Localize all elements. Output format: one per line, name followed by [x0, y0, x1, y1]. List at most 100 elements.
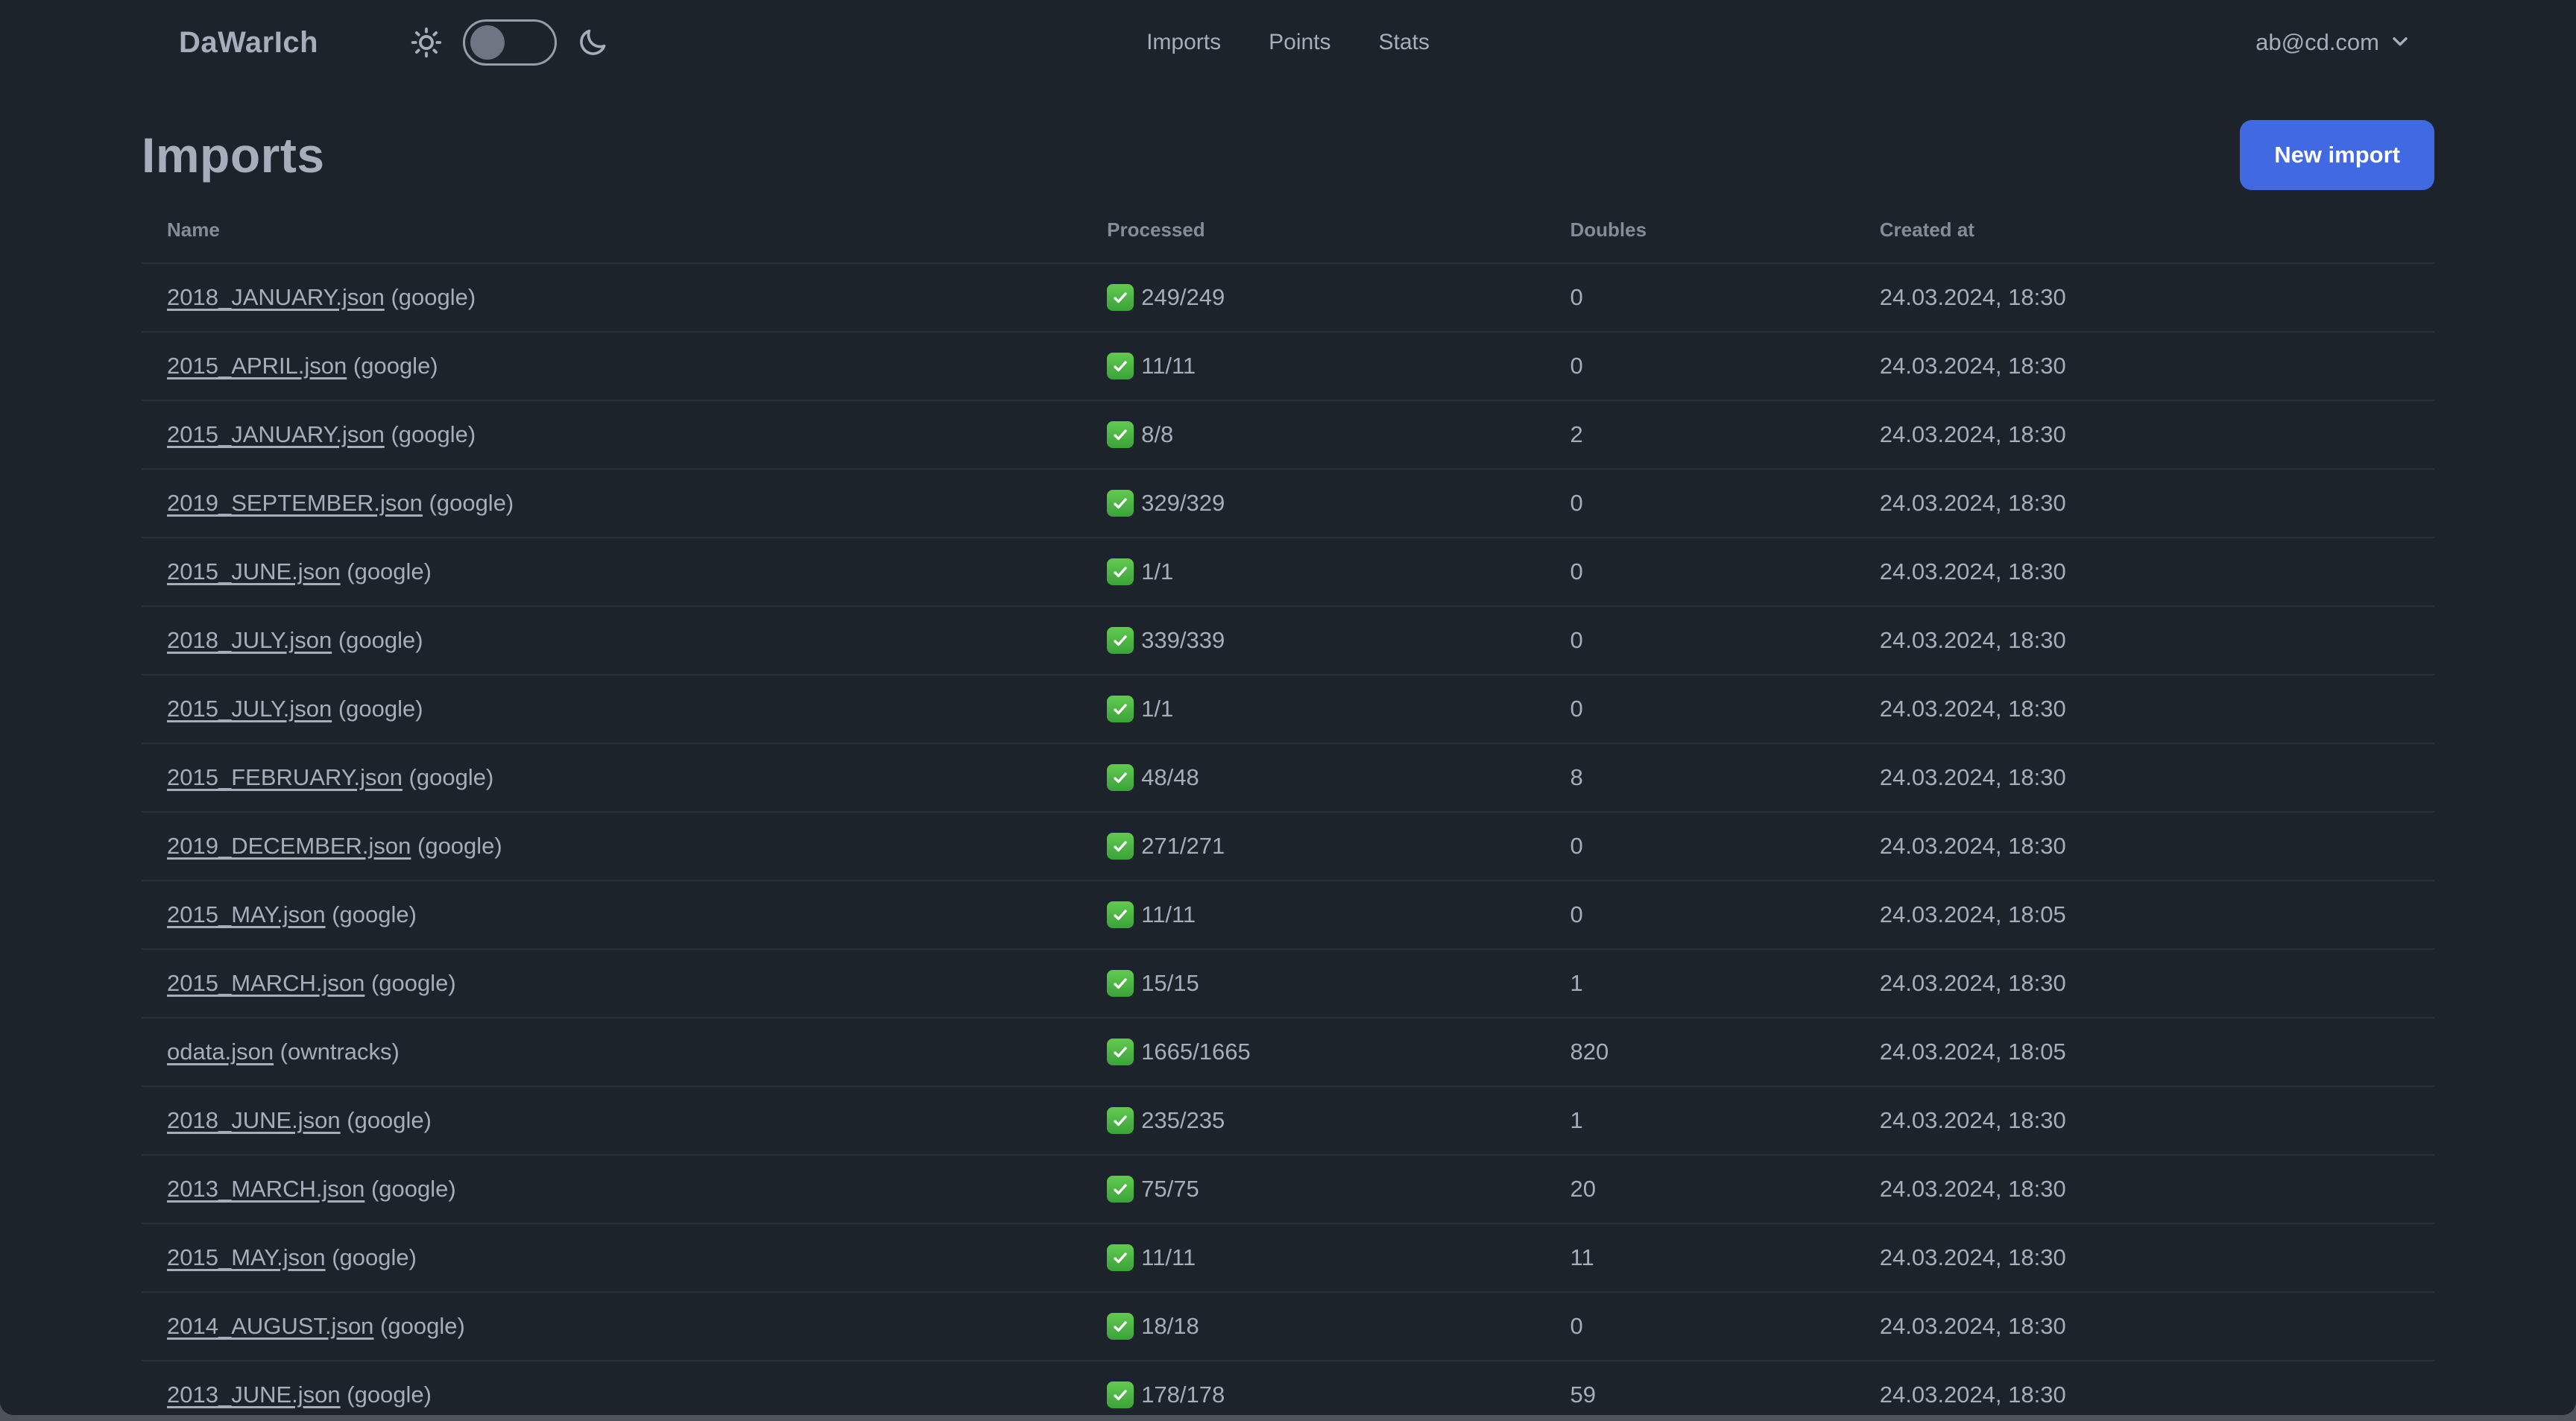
nav-link-stats[interactable]: Stats — [1379, 30, 1430, 55]
cell-processed: 11/11 — [1082, 1223, 1545, 1293]
column-header-processed: Processed — [1082, 197, 1545, 264]
import-file-link[interactable]: 2015_APRIL.json — [167, 353, 347, 379]
imports-page: DaWarIch Imports Points Stats ab@cd.com … — [0, 0, 2576, 1415]
cell-created-at: 24.03.2024, 18:30 — [1854, 263, 2434, 333]
cell-created-at: 24.03.2024, 18:30 — [1854, 675, 2434, 744]
cell-doubles: 59 — [1544, 1361, 1854, 1415]
cell-created-at: 24.03.2024, 18:30 — [1854, 1292, 2434, 1361]
cell-doubles: 11 — [1544, 1223, 1854, 1293]
theme-toggle-switch[interactable] — [463, 19, 558, 66]
cell-processed: 178/178 — [1082, 1361, 1545, 1415]
white-check-mark-icon — [1107, 970, 1134, 997]
import-file-link[interactable]: 2018_JUNE.json — [167, 1107, 341, 1133]
import-source: (google) — [384, 421, 476, 447]
table-row: 2015_MARCH.json (google) 15/15 1 24.03.2024… — [142, 949, 2434, 1018]
cell-created-at: 24.03.2024, 18:05 — [1854, 1018, 2434, 1087]
table-row: 2015_MAY.json (google) 11/11 0 24.03.2024, … — [142, 880, 2434, 950]
white-check-mark-icon — [1107, 421, 1134, 448]
cell-created-at: 24.03.2024, 18:30 — [1854, 469, 2434, 538]
white-check-mark-icon — [1107, 1176, 1134, 1203]
cell-processed: 15/15 — [1082, 949, 1545, 1018]
new-import-button[interactable]: New import — [2240, 120, 2434, 190]
cell-processed: 1/1 — [1082, 675, 1545, 744]
app-logo[interactable]: DaWarIch — [179, 26, 318, 60]
cell-name: 2015_JULY.json (google) — [142, 675, 1082, 744]
nav-link-points[interactable]: Points — [1269, 30, 1330, 55]
processed-count: 1/1 — [1141, 696, 1174, 722]
table-row: 2015_MAY.json (google) 11/11 11 24.03.2024,… — [142, 1223, 2434, 1293]
imports-table: Name Processed Doubles Created at 2018_JANU… — [142, 197, 2434, 1415]
import-file-link[interactable]: 2015_JANUARY.json — [167, 421, 385, 447]
account-dropdown[interactable]: ab@cd.com — [2255, 29, 2412, 57]
import-file-link[interactable]: 2014_AUGUST.json — [167, 1313, 373, 1339]
table-row: 2015_APRIL.json (google) 11/11 0 24.03.2024… — [142, 332, 2434, 401]
cell-name: 2015_APRIL.json (google) — [142, 332, 1082, 401]
cell-name: 2019_DECEMBER.json (google) — [142, 812, 1082, 881]
processed-count: 15/15 — [1141, 970, 1199, 996]
white-check-mark-icon — [1107, 1244, 1134, 1271]
processed-count: 1/1 — [1141, 558, 1174, 585]
white-check-mark-icon — [1107, 1381, 1134, 1408]
processed-count: 249/249 — [1141, 284, 1225, 310]
table-row: 2018_JANUARY.json (google) 249/249 0 24.03.… — [142, 263, 2434, 333]
table-row: 2013_JUNE.json (google) 178/178 59 24.03.20… — [142, 1361, 2434, 1415]
import-source: (google) — [364, 970, 456, 996]
cell-processed: 48/48 — [1082, 743, 1545, 813]
white-check-mark-icon — [1107, 490, 1134, 517]
white-check-mark-icon — [1107, 353, 1134, 379]
processed-count: 48/48 — [1141, 764, 1199, 790]
cell-processed: 1665/1665 — [1082, 1018, 1545, 1087]
cell-name: 2019_SEPTEMBER.json (google) — [142, 469, 1082, 538]
main-content: Imports New import Name Processed Doubles C… — [0, 85, 2576, 1415]
cell-name: 2015_FEBRUARY.json (google) — [142, 743, 1082, 813]
cell-name: 2018_JUNE.json (google) — [142, 1086, 1082, 1156]
cell-name: 2015_JANUARY.json (google) — [142, 400, 1082, 470]
column-header-doubles: Doubles — [1544, 197, 1854, 264]
import-file-link[interactable]: 2015_MAY.json — [167, 901, 326, 927]
import-file-link[interactable]: 2018_JANUARY.json — [167, 284, 385, 310]
processed-count: 271/271 — [1141, 833, 1225, 859]
theme-toggle-group — [409, 19, 609, 66]
import-file-link[interactable]: 2013_JUNE.json — [167, 1381, 341, 1408]
import-file-link[interactable]: 2013_MARCH.json — [167, 1176, 364, 1202]
cell-processed: 329/329 — [1082, 469, 1545, 538]
cell-doubles: 0 — [1544, 332, 1854, 401]
import-file-link[interactable]: 2015_JULY.json — [167, 696, 332, 722]
processed-count: 235/235 — [1141, 1107, 1225, 1133]
processed-count: 8/8 — [1141, 421, 1174, 447]
import-file-link[interactable]: odata.json — [167, 1039, 274, 1065]
table-row: 2015_FEBRUARY.json (google) 48/48 8 24.03.2… — [142, 743, 2434, 813]
imports-table-body: 2018_JANUARY.json (google) 249/249 0 24.03.… — [142, 263, 2434, 1415]
nav-links: Imports Points Stats — [1146, 0, 1430, 85]
import-source: (google) — [402, 764, 494, 790]
cell-name: 2013_JUNE.json (google) — [142, 1361, 1082, 1415]
import-file-link[interactable]: 2015_JUNE.json — [167, 558, 341, 585]
import-file-link[interactable]: 2019_DECEMBER.json — [167, 833, 411, 859]
import-source: (google) — [340, 1107, 432, 1133]
cell-created-at: 24.03.2024, 18:05 — [1854, 880, 2434, 950]
cell-created-at: 24.03.2024, 18:30 — [1854, 538, 2434, 607]
cell-created-at: 24.03.2024, 18:30 — [1854, 949, 2434, 1018]
cell-doubles: 0 — [1544, 263, 1854, 333]
chevron-down-icon — [2388, 29, 2412, 57]
cell-name: 2014_AUGUST.json (google) — [142, 1292, 1082, 1361]
account-email: ab@cd.com — [2255, 29, 2379, 55]
import-source: (google) — [364, 1176, 456, 1202]
cell-processed: 8/8 — [1082, 400, 1545, 470]
cell-created-at: 24.03.2024, 18:30 — [1854, 606, 2434, 675]
cell-name: 2015_MARCH.json (google) — [142, 949, 1082, 1018]
import-source: (google) — [325, 901, 417, 927]
cell-processed: 339/339 — [1082, 606, 1545, 675]
app-window: DaWarIch Imports Points Stats ab@cd.com … — [0, 0, 2576, 1421]
import-file-link[interactable]: 2015_MARCH.json — [167, 970, 364, 996]
white-check-mark-icon — [1107, 833, 1134, 860]
cell-processed: 18/18 — [1082, 1292, 1545, 1361]
import-file-link[interactable]: 2015_MAY.json — [167, 1244, 326, 1270]
nav-link-imports[interactable]: Imports — [1146, 30, 1221, 55]
import-file-link[interactable]: 2018_JULY.json — [167, 627, 332, 653]
cell-doubles: 20 — [1544, 1155, 1854, 1224]
cell-processed: 235/235 — [1082, 1086, 1545, 1156]
white-check-mark-icon — [1107, 1313, 1134, 1340]
import-file-link[interactable]: 2015_FEBRUARY.json — [167, 764, 402, 790]
import-file-link[interactable]: 2019_SEPTEMBER.json — [167, 490, 423, 516]
